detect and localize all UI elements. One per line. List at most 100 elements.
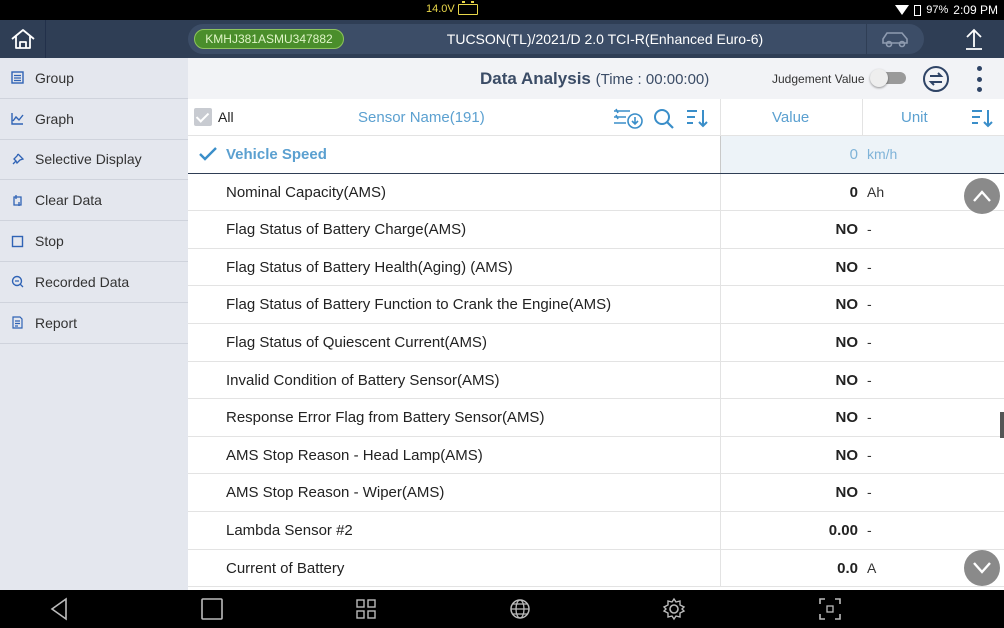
sidebar-item-report[interactable]: Report: [0, 303, 188, 344]
sensor-name: Lambda Sensor #2: [226, 521, 353, 539]
sensor-unit: -: [867, 521, 872, 538]
sidebar-item-label: Recorded Data: [35, 273, 130, 290]
navigation-bar: [0, 590, 1004, 628]
sensor-value: 0: [849, 146, 858, 163]
car-battery-icon: [457, 0, 478, 15]
sensor-name-header[interactable]: Sensor Name(191): [358, 109, 485, 126]
sensor-value: NO: [835, 446, 859, 464]
sensor-table: Vehicle Speed 0 km/h Nominal Capacity(AM…: [188, 136, 1004, 590]
table-row[interactable]: Invalid Condition of Battery Sensor(AMS)…: [188, 361, 1004, 400]
table-row[interactable]: Nominal Capacity(AMS) 0 Ah: [188, 173, 1004, 212]
sidebar-item-selective-display[interactable]: Selective Display: [0, 140, 188, 181]
scroll-down-button[interactable]: [964, 550, 1000, 586]
sidebar-item-group[interactable]: Group: [0, 58, 188, 99]
back-icon: [50, 597, 67, 621]
apps-button[interactable]: [352, 595, 380, 623]
data-analysis-panel: Data Analysis (Time : 00:00:00) Judgemen…: [188, 58, 1004, 590]
table-row[interactable]: AMS Stop Reason - Head Lamp(AMS) NO -: [188, 436, 1004, 475]
sensor-value: NO: [835, 371, 859, 389]
sidebar: Group Graph Selective Display Clear Data…: [0, 58, 188, 590]
more-options-button[interactable]: [974, 66, 984, 92]
table-row[interactable]: Flag Status of Quiescent Current(AMS) NO -: [188, 323, 1004, 362]
recorded-icon: [11, 276, 24, 288]
globe-icon: [510, 599, 530, 619]
home-icon: [10, 29, 35, 49]
voltage-text: 14.0V: [426, 3, 455, 15]
sidebar-item-recorded-data[interactable]: Recorded Data: [0, 262, 188, 303]
sidebar-item-clear-data[interactable]: Clear Data: [0, 180, 188, 222]
sidebar-item-label: Clear Data: [35, 192, 102, 209]
judgement-toggle[interactable]: [870, 69, 906, 87]
sensor-name: Vehicle Speed: [226, 146, 327, 163]
search-icon[interactable]: [652, 107, 676, 129]
home-nav-button[interactable]: [198, 595, 226, 623]
vehicle-button[interactable]: [866, 24, 924, 54]
sensor-value: NO: [835, 409, 859, 427]
sync-icon[interactable]: [922, 65, 950, 93]
sidebar-item-label: Report: [35, 314, 78, 331]
screenshot-button[interactable]: [816, 595, 844, 623]
browser-button[interactable]: [506, 595, 534, 623]
title-row: Data Analysis (Time : 00:00:00) Judgemen…: [188, 58, 1004, 99]
sensor-unit: -: [867, 258, 872, 275]
sensor-name: Flag Status of Battery Charge(AMS): [226, 221, 467, 239]
sidebar-item-graph[interactable]: Graph: [0, 99, 188, 140]
gear-icon: [662, 597, 686, 621]
upload-icon: [966, 28, 982, 50]
scrollbar-thumb[interactable]: [1000, 412, 1004, 438]
unit-sort-icon[interactable]: [970, 107, 994, 129]
car-icon: [881, 32, 908, 48]
wifi-icon: [895, 5, 910, 15]
clock: 2:09 PM: [953, 3, 998, 17]
filter-download-icon[interactable]: [612, 107, 644, 129]
table-header: All Sensor Name(191) Value Unit: [188, 99, 1004, 136]
sensor-name: Flag Status of Battery Function to Crank…: [226, 296, 612, 314]
value-header: Value: [772, 109, 810, 126]
sensor-unit: A: [867, 559, 877, 576]
scroll-up-button[interactable]: [964, 178, 1000, 214]
sensor-value: NO: [835, 333, 859, 351]
sensor-name: Response Error Flag from Battery Sensor(…: [226, 409, 545, 427]
table-row[interactable]: Flag Status of Battery Health(Aging) (AM…: [188, 248, 1004, 287]
battery-percent: 97%: [926, 4, 949, 16]
graph-icon: [11, 113, 24, 125]
table-row[interactable]: Flag Status of Battery Charge(AMS) NO -: [188, 211, 1004, 249]
sensor-unit: -: [867, 484, 872, 501]
sensor-value: 0: [849, 183, 858, 201]
app-header: KMHJ381ASMU347882 TUCSON(TL)/2021/D 2.0 …: [0, 20, 1004, 58]
sensor-unit: -: [867, 409, 872, 426]
grid-icon: [356, 599, 376, 619]
elapsed-time: (Time : 00:00:00): [595, 71, 710, 88]
sensor-unit: -: [867, 333, 872, 350]
sensor-name: Invalid Condition of Battery Sensor(AMS): [226, 371, 500, 389]
sidebar-item-label: Group: [35, 69, 74, 86]
table-row[interactable]: Flag Status of Battery Function to Crank…: [188, 286, 1004, 324]
table-row[interactable]: Current of Battery 0.0 A: [188, 549, 1004, 588]
sensor-name: AMS Stop Reason - Head Lamp(AMS): [226, 446, 483, 464]
square-icon: [201, 598, 223, 620]
sidebar-item-stop[interactable]: Stop: [0, 221, 188, 262]
table-row[interactable]: Lambda Sensor #2 0.00-: [188, 511, 1004, 550]
sensor-value: 0.0: [837, 559, 858, 577]
table-row[interactable]: Response Error Flag from Battery Sensor(…: [188, 399, 1004, 437]
home-button[interactable]: [0, 20, 46, 58]
sensor-value: NO: [835, 258, 859, 276]
chevron-down-icon: [973, 562, 991, 574]
stop-icon: [11, 235, 24, 247]
sidebar-item-label: Graph: [35, 110, 74, 127]
export-button[interactable]: [944, 20, 1004, 58]
sensor-unit: -: [867, 371, 872, 388]
sort-icon[interactable]: [685, 107, 709, 129]
settings-button[interactable]: [660, 595, 688, 623]
sensor-name: Flag Status of Quiescent Current(AMS): [226, 333, 487, 351]
sensor-value: NO: [835, 296, 859, 314]
screenshot-icon: [819, 598, 841, 620]
table-row[interactable]: AMS Stop Reason - Wiper(AMS) NO -: [188, 474, 1004, 512]
select-all-label: All: [218, 109, 234, 125]
select-all-checkbox[interactable]: [194, 108, 212, 126]
sensor-value: 0.00: [828, 521, 858, 539]
unit-header: Unit: [901, 109, 928, 126]
table-row-selected[interactable]: Vehicle Speed 0 km/h: [188, 136, 1004, 174]
sidebar-item-label: Selective Display: [35, 151, 142, 168]
back-button[interactable]: [45, 595, 73, 623]
